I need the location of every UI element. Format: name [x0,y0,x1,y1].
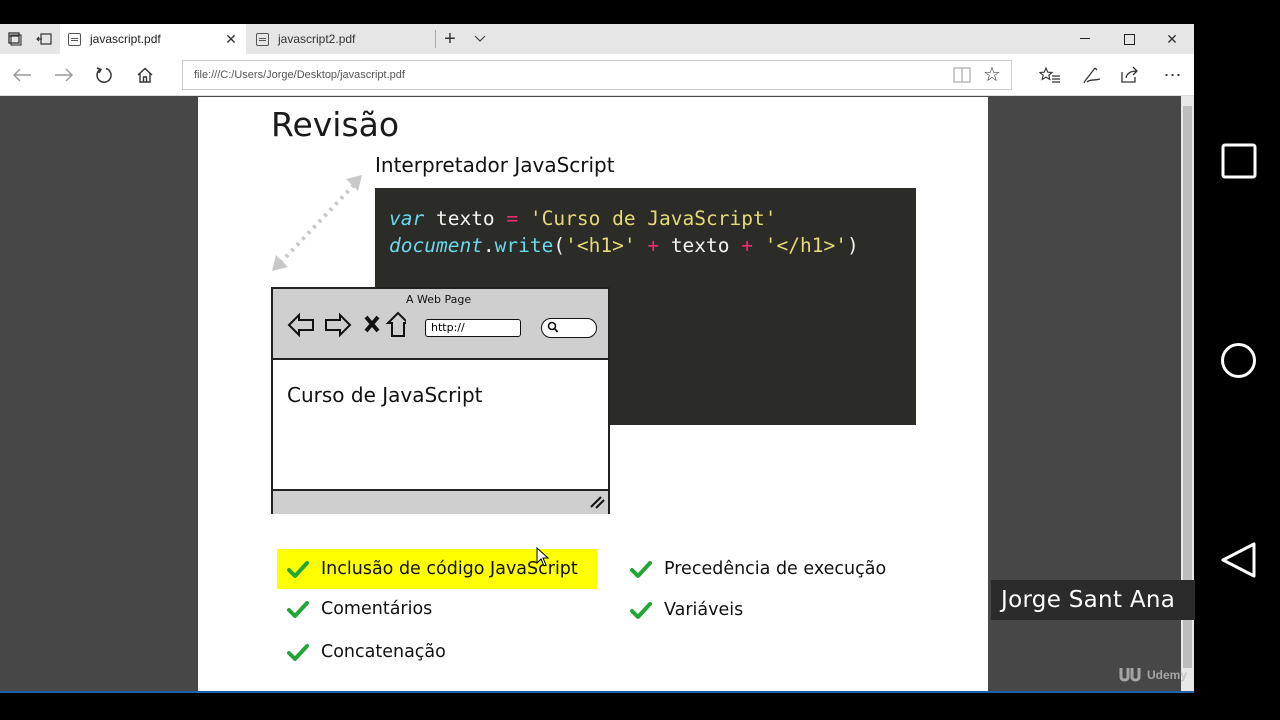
code-line-2: document.write('<h1>' + texto + '</h1>') [389,234,859,257]
slide-title: Revisão [271,105,400,144]
address-text: file:///C:/Users/Jorge/Desktop/javascrip… [194,69,405,81]
tab-bar: javascript.pdf ✕ javascript2.pdf + ✕ [0,24,1194,54]
checklist-item: Comentários [287,589,432,629]
code-line-1: var texto = 'Curso de JavaScript' [389,207,776,230]
mock-status-bar [273,489,608,514]
chevron-down-icon[interactable] [472,30,488,48]
interpreter-label: Interpretador JavaScript [375,153,615,177]
tab-javascript2-pdf[interactable]: javascript2.pdf [248,24,436,54]
forward-arrow-icon[interactable] [52,65,76,85]
instructor-name: Jorge Sant Ana [1001,587,1176,613]
mock-nav-icons [287,311,406,338]
checkmark-icon [287,644,309,661]
tab-actions-icon[interactable] [6,31,24,47]
mock-url-field: http:// [425,319,521,337]
more-options-icon[interactable]: ⋯ [1161,64,1185,86]
checkmark-icon [287,601,309,618]
address-bar[interactable]: file:///C:/Users/Jorge/Desktop/javascrip… [182,60,1012,90]
checklist-item: Concatenação [287,632,446,672]
code-paren: ) [846,234,859,257]
navigation-bar: file:///C:/Users/Jorge/Desktop/javascrip… [0,54,1194,96]
resize-grip-icon [590,496,605,509]
search-icon [547,321,559,333]
code-operator: + [635,234,671,257]
udemy-watermark: Udemy [1118,666,1187,684]
tab-label: javascript.pdf [90,32,161,46]
watermark-text: Udemy [1147,668,1188,682]
checklist-item: Variáveis [630,590,743,630]
checklist-item-label: Variáveis [664,600,744,620]
checklist-item-label: Comentários [321,599,433,619]
reading-view-icon[interactable] [952,65,972,85]
code-string: 'Curso de JavaScript' [518,207,777,230]
mock-page-content: Curso de JavaScript [287,383,483,407]
recent-apps-icon[interactable] [1221,143,1257,179]
code-operator: = [506,207,519,230]
code-function: write [494,234,554,257]
code-keyword: var [389,207,425,230]
pdf-icon [256,32,269,46]
maximize-icon[interactable] [1119,30,1139,48]
udemy-logo-icon [1119,668,1141,682]
checklist-item-label: Concatenação [321,642,446,662]
code-dot: . [482,234,495,257]
pdf-page: Revisão Interpretador JavaScript var tex… [198,97,988,691]
back-triangle-icon[interactable] [1220,541,1258,579]
checkmark-icon [630,602,652,619]
instructor-name-overlay: Jorge Sant Ana [991,580,1195,620]
new-tab-icon[interactable]: + [441,28,459,50]
checkmark-icon [287,561,309,578]
favorite-star-icon[interactable]: ☆ [981,63,1003,86]
share-icon[interactable] [1119,64,1141,86]
close-tab-icon[interactable]: ✕ [224,31,238,47]
mock-page-title: A Web Page [406,293,472,306]
pdf-icon [68,32,81,46]
refresh-icon[interactable] [93,64,115,86]
code-string: '</h1>' [764,234,847,257]
mock-search-field [541,318,597,338]
set-aside-tabs-icon[interactable] [34,31,54,47]
minimize-icon[interactable] [1075,30,1095,48]
tab-javascript-pdf[interactable]: javascript.pdf ✕ [60,24,246,54]
code-identifier: texto [424,207,507,230]
mouse-cursor-icon [536,547,550,567]
close-window-icon[interactable]: ✕ [1162,30,1182,48]
checklist-item: Precedência de execução [630,549,886,589]
back-arrow-icon[interactable] [10,65,34,85]
pen-notes-icon[interactable] [1080,64,1102,86]
code-identifier: texto [670,234,730,257]
code-paren: ( [553,234,566,257]
mock-toolbar: A Web Page http:// [273,289,608,360]
home-circle-icon[interactable] [1220,342,1257,379]
home-icon[interactable] [134,64,156,86]
double-arrow-icon [272,175,362,271]
favorites-hub-icon[interactable] [1039,64,1061,86]
code-object: document [389,234,483,257]
tab-label: javascript2.pdf [278,32,356,46]
mock-browser-illustration: A Web Page http:// Curso de JavaScript [271,287,610,514]
checklist-item-label: Precedência de execução [664,559,887,579]
code-operator: + [729,234,765,257]
checkmark-icon [630,561,652,578]
code-string: '<h1>' [565,234,636,257]
